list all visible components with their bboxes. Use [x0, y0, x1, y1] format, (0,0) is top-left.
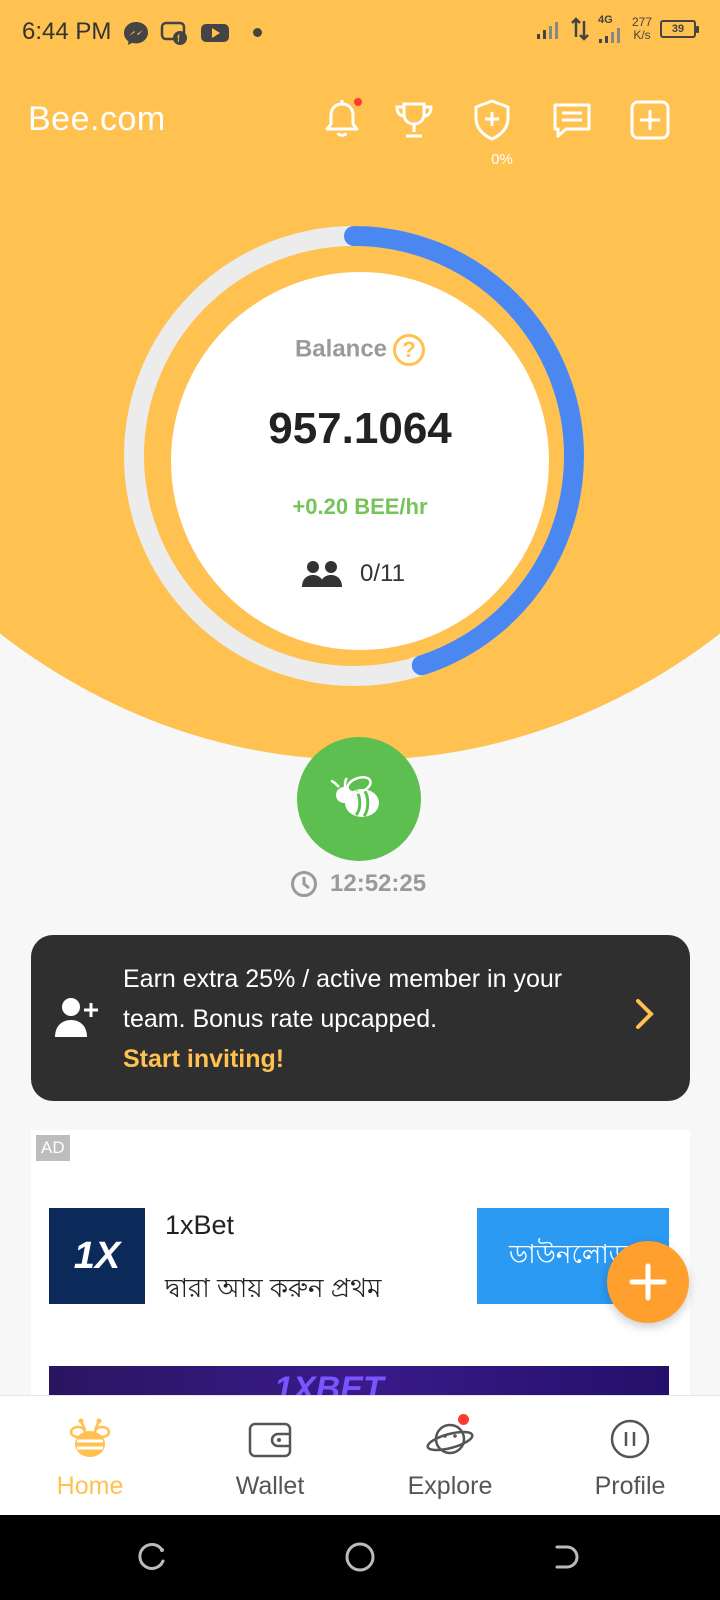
notification-dot — [354, 98, 362, 106]
bottom-navigation: Home Wallet Explore Profile — [0, 1395, 720, 1515]
signal-2-icon — [598, 28, 620, 43]
team-members[interactable]: 0/11 — [302, 560, 405, 588]
back-button[interactable] — [546, 1537, 586, 1577]
home-system-button[interactable] — [340, 1537, 380, 1577]
security-button[interactable] — [468, 96, 516, 144]
help-icon[interactable]: ? — [393, 334, 426, 366]
people-icon — [302, 561, 342, 587]
status-right: 4G 277 K/s 39 — [536, 14, 699, 44]
invite-text: Earn extra 25% / active member in your t… — [123, 959, 623, 1079]
status-bar: 6:44 PM f 4G 277 K/s 39 — [0, 0, 720, 66]
security-percent: 0% — [491, 151, 513, 168]
nav-wallet-label: Wallet — [235, 1472, 305, 1500]
balance-value: 957.1064 — [268, 404, 452, 453]
signal-icon — [536, 22, 558, 39]
messages-button[interactable] — [548, 96, 596, 144]
facebook-chat-icon: f — [160, 20, 188, 46]
nav-explore-label: Explore — [407, 1472, 493, 1500]
add-button[interactable] — [626, 96, 674, 144]
timer-value: 12:52:25 — [330, 870, 427, 897]
nav-wallet[interactable]: Wallet — [180, 1396, 360, 1515]
invite-banner[interactable]: Earn extra 25% / active member in your t… — [31, 935, 690, 1101]
status-time: 6:44 PM — [22, 18, 112, 45]
plus-square-icon — [630, 100, 670, 140]
recent-apps-icon — [138, 1542, 165, 1570]
battery-indicator: 39 — [660, 20, 699, 38]
add-user-icon — [55, 998, 98, 1037]
balance-label: Balance? — [0, 334, 720, 366]
ad-title[interactable]: 1xBet — [165, 1210, 234, 1241]
nav-home-label: Home — [56, 1472, 124, 1500]
plus-icon — [629, 1263, 667, 1301]
clock-icon — [291, 871, 317, 897]
nav-profile[interactable]: Profile — [540, 1396, 720, 1515]
battery-level: 39 — [671, 23, 685, 35]
chat-icon — [553, 103, 591, 138]
explore-badge-dot — [458, 1414, 469, 1425]
chevron-right-icon — [636, 999, 654, 1029]
svg-text:f: f — [177, 34, 180, 45]
nav-explore[interactable]: Explore — [360, 1396, 540, 1515]
messenger-icon — [122, 20, 150, 46]
speed-unit: K/s — [633, 28, 651, 42]
nav-profile-label: Profile — [594, 1472, 666, 1500]
nav-home[interactable]: Home — [0, 1396, 180, 1515]
mining-rate: +0.20 BEE/hr — [292, 494, 428, 519]
network-speed: 277 K/s — [632, 16, 652, 42]
notifications-button[interactable] — [318, 96, 366, 144]
invite-message: Earn extra 25% / active member in your t… — [123, 965, 563, 1033]
home-circle-icon — [345, 1542, 375, 1572]
system-navigation-bar — [0, 1515, 720, 1600]
shield-plus-icon — [474, 99, 510, 141]
ad-subtitle: দ্বারা আয় করুন প্রথম — [165, 1273, 382, 1303]
network-signal-4g: 4G — [598, 14, 624, 44]
recent-apps-button[interactable] — [132, 1537, 172, 1577]
leaderboard-button[interactable] — [390, 96, 438, 144]
balance-label-text: Balance — [294, 335, 388, 363]
network-type: 4G — [597, 14, 613, 26]
back-icon — [555, 1545, 579, 1569]
profile-icon — [610, 1419, 650, 1459]
ad-badge: AD — [36, 1135, 70, 1161]
youtube-icon — [199, 20, 231, 46]
status-more-dot — [253, 28, 262, 37]
mining-timer: 12:52:25 — [290, 870, 426, 898]
members-count: 0/11 — [360, 560, 405, 587]
ad-container[interactable]: AD 1X 1xBet দ্বারা আয় করুন প্রথম ডাউনলো… — [31, 1130, 690, 1400]
floating-add-button[interactable] — [607, 1241, 689, 1323]
ad-logo[interactable]: 1X — [49, 1208, 145, 1304]
wallet-icon — [248, 1422, 292, 1458]
app-title: Bee.com — [28, 100, 166, 138]
trophy-icon — [395, 102, 433, 138]
invite-cta[interactable]: Start inviting! — [123, 1039, 623, 1079]
balance-card — [171, 272, 549, 650]
mine-button[interactable] — [297, 737, 421, 861]
bee-icon — [330, 775, 379, 817]
data-arrows-icon — [571, 17, 589, 41]
bee-icon — [69, 1418, 111, 1457]
